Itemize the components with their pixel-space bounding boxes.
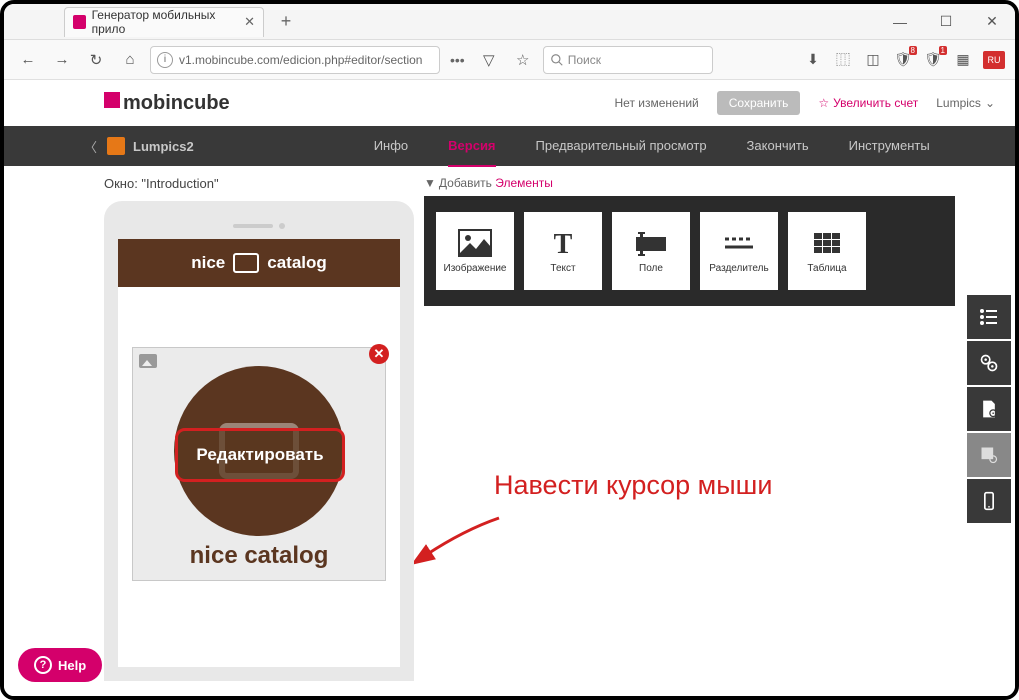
tab-finish[interactable]: Закончить <box>747 126 809 167</box>
element-table[interactable]: Таблица <box>788 212 866 290</box>
bookmark-star-icon[interactable]: ☆ <box>509 46 537 74</box>
reader-icon[interactable]: ▽ <box>475 46 503 74</box>
sidebar-icon[interactable]: ◫ <box>863 50 883 70</box>
logo-text: mobincube <box>123 92 230 115</box>
tab-version[interactable]: Версия <box>448 126 495 167</box>
search-icon <box>550 53 564 67</box>
downloads-icon[interactable]: ⬇ <box>803 50 823 70</box>
window-minimize-icon[interactable]: — <box>877 4 923 40</box>
help-button[interactable]: ? Help <box>18 648 102 682</box>
tab-title: Генератор мобильных прило <box>92 8 237 36</box>
app-navbar: 〈 Lumpics2 Инфо Версия Предварительный п… <box>4 126 1015 166</box>
side-toolbar <box>967 295 1011 525</box>
save-button[interactable]: Сохранить <box>717 91 801 115</box>
delete-button[interactable]: ✕ <box>369 344 389 364</box>
upgrade-link[interactable]: ☆Увеличить счет <box>818 96 918 110</box>
divider-icon <box>722 229 756 257</box>
nav-forward-icon[interactable]: → <box>48 46 76 74</box>
tool-list[interactable] <box>967 295 1011 339</box>
search-input[interactable]: Поиск <box>543 46 713 74</box>
element-field[interactable]: Поле <box>612 212 690 290</box>
user-menu[interactable]: Lumpics⌄ <box>936 96 995 110</box>
ext-adblock-icon[interactable]: 🛡1 <box>923 50 943 70</box>
card-label: nice catalog <box>143 542 375 570</box>
app-preview-header: nice catalog <box>118 239 400 287</box>
nav-reload-icon[interactable]: ↻ <box>82 46 110 74</box>
search-placeholder: Поиск <box>568 53 601 67</box>
app-icon <box>107 137 125 155</box>
tab-info[interactable]: Инфо <box>374 126 408 167</box>
help-icon: ? <box>34 656 52 674</box>
tool-page[interactable] <box>967 387 1011 431</box>
logo[interactable]: mobincube <box>104 92 230 115</box>
ext-lang-icon[interactable]: RU <box>983 51 1005 69</box>
image-icon <box>458 229 492 257</box>
edit-button[interactable]: Редактировать <box>175 428 345 482</box>
app-name[interactable]: Lumpics2 <box>133 139 194 154</box>
image-type-icon <box>139 354 157 368</box>
nav-back-button[interactable]: 〈 <box>84 137 97 156</box>
tab-preview[interactable]: Предварительный просмотр <box>536 126 707 167</box>
page-content: mobincube Нет изменений Сохранить ☆Увели… <box>4 80 1015 696</box>
window-maximize-icon[interactable]: ☐ <box>923 4 969 40</box>
new-tab-button[interactable]: + <box>272 11 300 32</box>
annotation-text: Навести курсор мыши <box>494 470 772 501</box>
annotation-arrow-icon <box>414 510 504 570</box>
browser-tab[interactable]: Генератор мобильных прило ✕ <box>64 7 264 37</box>
element-image[interactable]: Изображение <box>436 212 514 290</box>
tool-grid[interactable] <box>967 433 1011 477</box>
header-logo-icon <box>233 253 259 273</box>
url-input[interactable]: i v1.mobincube.com/edicion.php#editor/se… <box>150 46 440 74</box>
image-card[interactable]: ✕ Редактировать nice catalog <box>132 347 386 581</box>
ext-menu-icon[interactable]: ▦ <box>953 50 973 70</box>
logo-icon <box>104 92 120 108</box>
nav-back-icon[interactable]: ← <box>14 46 42 74</box>
triangle-down-icon: ▼ <box>424 176 436 190</box>
app-header: mobincube Нет изменений Сохранить ☆Увели… <box>4 80 1015 126</box>
chevron-down-icon: ⌄ <box>985 96 995 110</box>
address-bar: ← → ↻ ⌂ i v1.mobincube.com/edicion.php#e… <box>4 40 1015 80</box>
tool-mobile[interactable] <box>967 479 1011 523</box>
field-icon <box>634 229 668 257</box>
elements-toolbar: Изображение T Текст Поле Разделитель Таб… <box>424 196 955 306</box>
browser-titlebar: Генератор мобильных прило ✕ + — ☐ ✕ <box>4 4 1015 40</box>
text-icon: T <box>546 229 580 257</box>
element-divider[interactable]: Разделитель <box>700 212 778 290</box>
url-text: v1.mobincube.com/edicion.php#editor/sect… <box>179 53 422 67</box>
tab-tools[interactable]: Инструменты <box>849 126 930 167</box>
element-text[interactable]: T Текст <box>524 212 602 290</box>
add-elements-header[interactable]: ▼Добавить Элементы <box>424 176 955 190</box>
site-info-icon[interactable]: i <box>157 52 173 68</box>
nav-home-icon[interactable]: ⌂ <box>116 46 144 74</box>
library-icon[interactable]: ⿲ <box>833 50 853 70</box>
window-title: Окно: "Introduction" <box>104 176 414 191</box>
tab-close-icon[interactable]: ✕ <box>244 14 255 30</box>
status-no-changes: Нет изменений <box>615 96 699 110</box>
tab-favicon <box>73 15 86 29</box>
ext-shield-icon[interactable]: 🛡8 <box>893 50 913 70</box>
window-close-icon[interactable]: ✕ <box>969 4 1015 40</box>
phone-preview: nice catalog ✕ Редактировать nice catalo… <box>104 201 414 681</box>
tool-settings[interactable] <box>967 341 1011 385</box>
table-icon <box>810 229 844 257</box>
star-icon: ☆ <box>818 96 829 110</box>
page-actions-icon[interactable]: ••• <box>450 52 465 68</box>
